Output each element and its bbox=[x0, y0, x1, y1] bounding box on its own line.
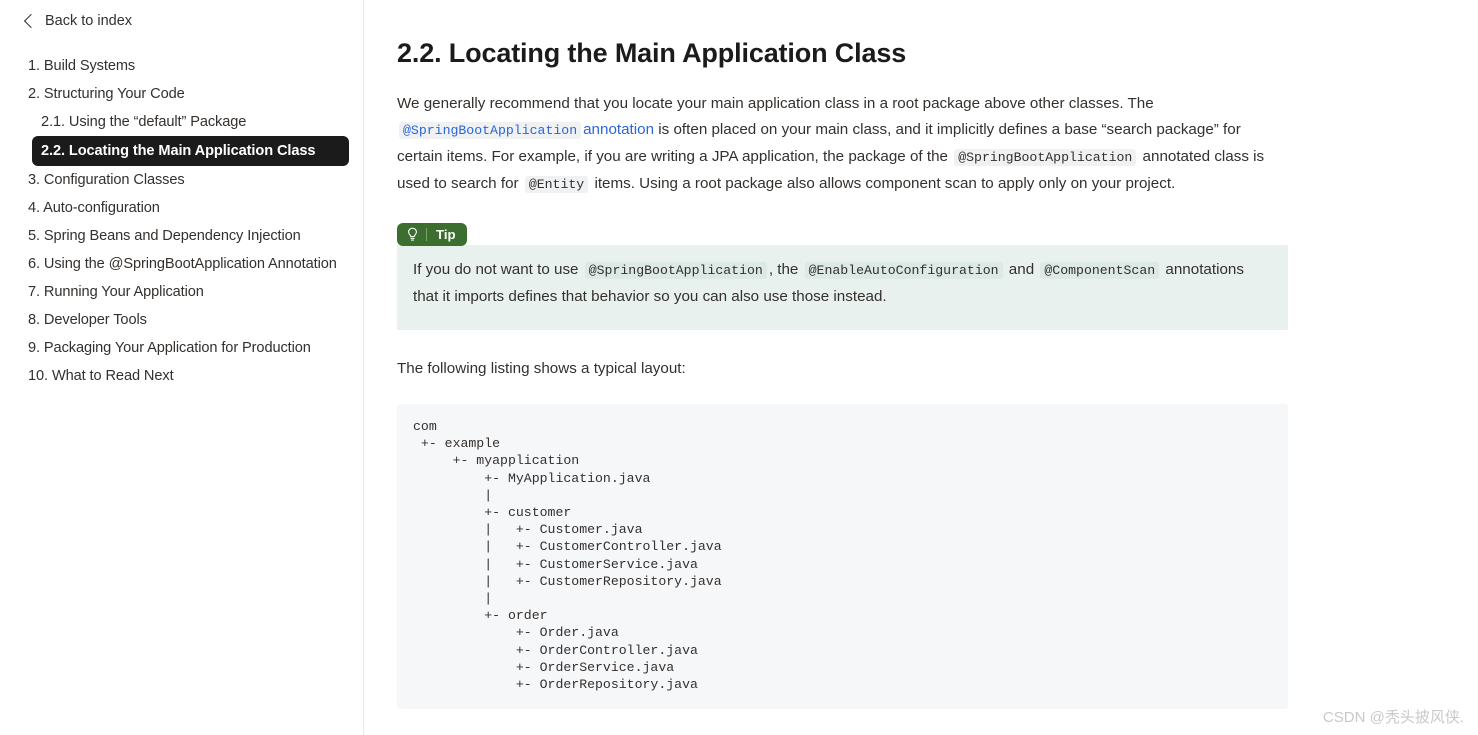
main-content: 2.2. Locating the Main Application Class… bbox=[364, 0, 1478, 735]
sidebar-item[interactable]: 9. Packaging Your Application for Produc… bbox=[0, 334, 363, 362]
sidebar-item[interactable]: 10. What to Read Next bbox=[0, 362, 363, 390]
tip-text-2: , the bbox=[768, 261, 799, 278]
code-listing-block: com +- example +- myapplication +- MyApp… bbox=[397, 404, 1288, 710]
sidebar-item[interactable]: 5. Spring Beans and Dependency Injection bbox=[0, 222, 363, 250]
sidebar-item[interactable]: 2.1. Using the “default” Package bbox=[0, 108, 363, 136]
sidebar-item[interactable]: 2. Structuring Your Code bbox=[0, 80, 363, 108]
sidebar-item[interactable]: 7. Running Your Application bbox=[0, 278, 363, 306]
tip-content: If you do not want to use @SpringBootApp… bbox=[397, 245, 1288, 330]
intro-text-1: We generally recommend that you locate y… bbox=[397, 95, 1154, 112]
outro-paragraph: The MyApplication.java file would declar… bbox=[397, 731, 1288, 735]
back-to-index-label: Back to index bbox=[45, 12, 133, 29]
lightbulb-icon bbox=[406, 227, 419, 242]
csdn-watermark: CSDN @秃头披风侠. bbox=[1322, 709, 1464, 726]
inline-code-springbootapplication: @SpringBootApplication bbox=[399, 122, 582, 139]
listing-intro-paragraph: The following listing shows a typical la… bbox=[397, 360, 686, 377]
tip-badge-divider bbox=[426, 228, 427, 241]
sidebar-item[interactable]: 1. Build Systems bbox=[0, 52, 363, 80]
sidebar-item[interactable]: 3. Configuration Classes bbox=[0, 166, 363, 194]
documentation-page: Back to index 1. Build Systems 2. Structu… bbox=[0, 0, 1478, 735]
tip-inline-code-enableautoconfiguration: @EnableAutoConfiguration bbox=[804, 262, 1003, 279]
springbootapplication-annotation-link[interactable]: @SpringBootApplication annotation bbox=[397, 121, 655, 139]
sidebar-item-active[interactable]: 2.2. Locating the Main Application Class bbox=[32, 136, 349, 166]
tip-inline-code-componentscan: @ComponentScan bbox=[1040, 262, 1160, 279]
inline-code-springbootapplication-2: @SpringBootApplication bbox=[954, 149, 1137, 166]
page-title: 2.2. Locating the Main Application Class bbox=[397, 38, 907, 68]
chevron-left-icon bbox=[23, 13, 39, 28]
sidebar-item[interactable]: 8. Developer Tools bbox=[0, 306, 363, 334]
article-body: 2.2. Locating the Main Application Class… bbox=[397, 38, 1288, 735]
tip-text-3: and bbox=[1008, 261, 1035, 278]
table-of-contents: 1. Build Systems 2. Structuring Your Code… bbox=[0, 52, 363, 390]
sidebar-navigation: Back to index 1. Build Systems 2. Structu… bbox=[0, 0, 364, 735]
tip-admonition: Tip If you do not want to use @SpringBoo… bbox=[397, 223, 1288, 330]
annotation-link-text: annotation bbox=[583, 121, 655, 138]
intro-paragraph: We generally recommend that you locate y… bbox=[397, 91, 1288, 198]
sidebar-item[interactable]: 6. Using the @SpringBootApplication Anno… bbox=[0, 250, 363, 278]
tip-inline-code-springbootapplication: @SpringBootApplication bbox=[584, 262, 767, 279]
tip-badge: Tip bbox=[397, 223, 467, 246]
inline-code-entity: @Entity bbox=[524, 176, 589, 193]
intro-text-4: items. Using a root package also allows … bbox=[594, 175, 1176, 192]
tip-text-1: If you do not want to use bbox=[413, 261, 579, 278]
tip-badge-label: Tip bbox=[436, 227, 456, 242]
sidebar-item[interactable]: 4. Auto-configuration bbox=[0, 194, 363, 222]
code-listing-text: com +- example +- myapplication +- MyApp… bbox=[413, 419, 722, 693]
back-to-index-link[interactable]: Back to index bbox=[0, 5, 363, 36]
